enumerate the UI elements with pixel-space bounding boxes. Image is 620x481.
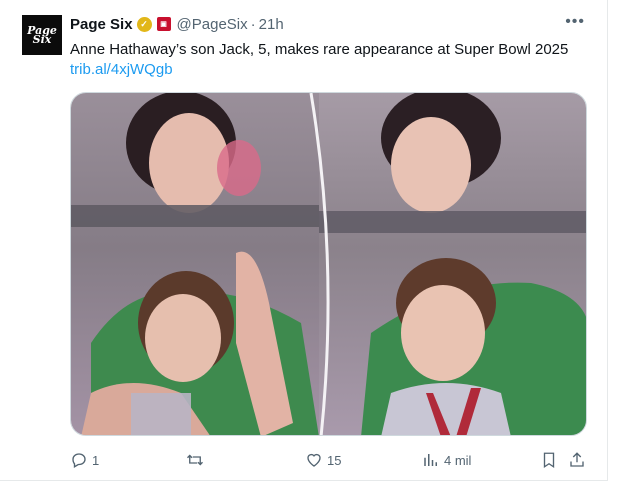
repost-button[interactable] <box>186 450 208 470</box>
tweet-media-image[interactable] <box>70 92 587 436</box>
tweet-timestamp[interactable]: 21h <box>259 16 284 33</box>
views-icon <box>424 454 437 466</box>
tweet-link[interactable]: trib.al/4xjWQgb <box>70 60 173 80</box>
views-button[interactable]: 4 mil <box>422 450 471 470</box>
reply-button[interactable]: 1 <box>70 450 99 470</box>
reply-count: 1 <box>92 452 100 468</box>
like-icon <box>307 453 321 467</box>
tweet-card[interactable]: Page Six Page Six ✓ ▣ @PageSix · 21h •••… <box>0 0 608 481</box>
repost-icon <box>187 454 203 466</box>
affiliate-badge-icon[interactable]: ▣ <box>156 17 171 31</box>
avatar[interactable]: Page Six <box>22 15 62 55</box>
tweet-actions: 1 15 4 mil <box>70 450 590 470</box>
verified-badge-icon: ✓ <box>136 16 152 32</box>
like-count: 15 <box>327 452 342 468</box>
tweet-header: Page Six ✓ ▣ @PageSix · 21h <box>70 14 577 34</box>
share-icon <box>570 452 584 467</box>
more-options-icon[interactable]: ••• <box>565 13 585 31</box>
bookmark-icon <box>543 452 555 469</box>
tweet-text: Anne Hathaway’s son Jack, 5, makes rare … <box>70 41 569 58</box>
account-handle[interactable]: @PageSix <box>177 16 248 33</box>
photo-illustration <box>71 93 586 435</box>
separator-dot: · <box>250 15 256 33</box>
like-button[interactable]: 15 <box>305 450 341 470</box>
views-count: 4 mil <box>444 452 472 468</box>
share-button[interactable] <box>568 450 586 470</box>
reply-icon <box>72 453 86 468</box>
avatar-logo-text: Page Six <box>27 24 57 46</box>
account-name[interactable]: Page Six <box>70 16 133 33</box>
bookmark-button[interactable] <box>540 450 558 470</box>
